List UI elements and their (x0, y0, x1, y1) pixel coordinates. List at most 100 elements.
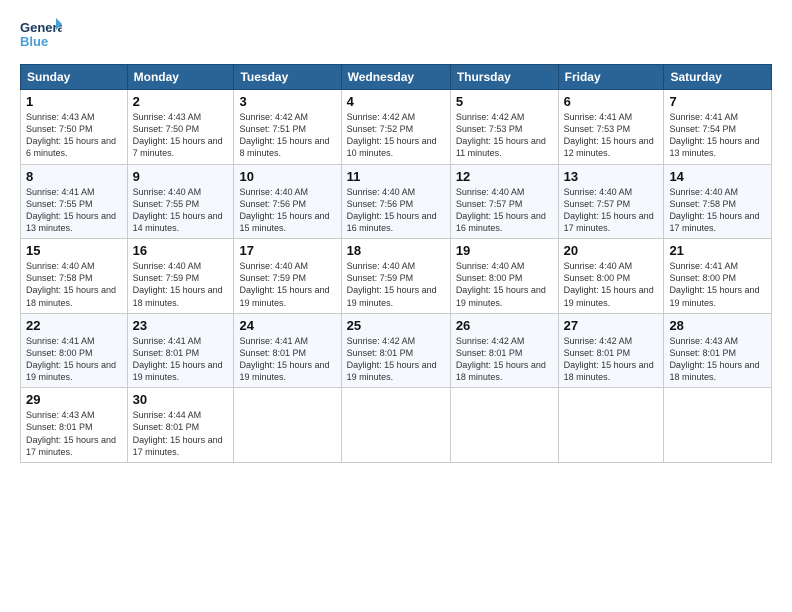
calendar-cell: 21 Sunrise: 4:41 AMSunset: 8:00 PMDayligh… (664, 239, 772, 314)
header-friday: Friday (558, 65, 664, 90)
day-number: 11 (347, 169, 445, 184)
day-number: 10 (239, 169, 335, 184)
day-number: 19 (456, 243, 553, 258)
cell-info: Sunrise: 4:42 AMSunset: 8:01 PMDaylight:… (456, 335, 553, 384)
cell-info: Sunrise: 4:40 AMSunset: 7:59 PMDaylight:… (347, 260, 445, 309)
cell-info: Sunrise: 4:40 AMSunset: 8:00 PMDaylight:… (564, 260, 659, 309)
cell-info: Sunrise: 4:41 AMSunset: 7:54 PMDaylight:… (669, 111, 766, 160)
calendar-cell: 5Sunrise: 4:42 AMSunset: 7:53 PMDaylight… (450, 90, 558, 165)
cell-info: Sunrise: 4:42 AMSunset: 7:53 PMDaylight:… (456, 111, 553, 160)
cell-info: Sunrise: 4:41 AMSunset: 8:01 PMDaylight:… (133, 335, 229, 384)
cell-info: Sunrise: 4:44 AMSunset: 8:01 PMDaylight:… (133, 409, 229, 458)
calendar-cell: 6 Sunrise: 4:41 AMSunset: 7:53 PMDaylight… (558, 90, 664, 165)
cell-info: Sunrise: 4:40 AMSunset: 7:58 PMDaylight:… (669, 186, 766, 235)
calendar-cell: 4Sunrise: 4:42 AMSunset: 7:52 PMDaylight… (341, 90, 450, 165)
week-row-2: 8 Sunrise: 4:41 AMSunset: 7:55 PMDaylight… (21, 164, 772, 239)
week-row-4: 22 Sunrise: 4:41 AMSunset: 8:00 PMDayligh… (21, 313, 772, 388)
header-wednesday: Wednesday (341, 65, 450, 90)
calendar-header-row: SundayMondayTuesdayWednesdayThursdayFrid… (21, 65, 772, 90)
cell-info: Sunrise: 4:40 AMSunset: 7:57 PMDaylight:… (456, 186, 553, 235)
day-number: 7 (669, 94, 766, 109)
day-number: 23 (133, 318, 229, 333)
week-row-3: 15 Sunrise: 4:40 AMSunset: 7:58 PMDayligh… (21, 239, 772, 314)
cell-info: Sunrise: 4:42 AMSunset: 7:51 PMDaylight:… (239, 111, 335, 160)
calendar-cell: 7 Sunrise: 4:41 AMSunset: 7:54 PMDaylight… (664, 90, 772, 165)
day-number: 6 (564, 94, 659, 109)
calendar-cell: 18 Sunrise: 4:40 AMSunset: 7:59 PMDayligh… (341, 239, 450, 314)
day-number: 24 (239, 318, 335, 333)
day-number: 4 (347, 94, 445, 109)
calendar-cell: 9 Sunrise: 4:40 AMSunset: 7:55 PMDaylight… (127, 164, 234, 239)
logo-svg: General Blue (20, 16, 62, 54)
cell-info: Sunrise: 4:40 AMSunset: 7:56 PMDaylight:… (347, 186, 445, 235)
calendar-cell: 27 Sunrise: 4:42 AMSunset: 8:01 PMDayligh… (558, 313, 664, 388)
week-row-5: 29 Sunrise: 4:43 AMSunset: 8:01 PMDayligh… (21, 388, 772, 463)
day-number: 8 (26, 169, 122, 184)
calendar-cell: 26 Sunrise: 4:42 AMSunset: 8:01 PMDayligh… (450, 313, 558, 388)
cell-info: Sunrise: 4:43 AMSunset: 8:01 PMDaylight:… (26, 409, 122, 458)
day-number: 22 (26, 318, 122, 333)
cell-info: Sunrise: 4:40 AMSunset: 7:58 PMDaylight:… (26, 260, 122, 309)
day-number: 16 (133, 243, 229, 258)
calendar-cell: 11 Sunrise: 4:40 AMSunset: 7:56 PMDayligh… (341, 164, 450, 239)
day-number: 12 (456, 169, 553, 184)
day-number: 18 (347, 243, 445, 258)
cell-info: Sunrise: 4:43 AMSunset: 8:01 PMDaylight:… (669, 335, 766, 384)
calendar-cell: 3 Sunrise: 4:42 AMSunset: 7:51 PMDaylight… (234, 90, 341, 165)
calendar-cell: 14 Sunrise: 4:40 AMSunset: 7:58 PMDayligh… (664, 164, 772, 239)
cell-info: Sunrise: 4:40 AMSunset: 7:59 PMDaylight:… (239, 260, 335, 309)
calendar-cell: 15 Sunrise: 4:40 AMSunset: 7:58 PMDayligh… (21, 239, 128, 314)
calendar-cell: 1 Sunrise: 4:43 AMSunset: 7:50 PMDaylight… (21, 90, 128, 165)
calendar-cell: 25 Sunrise: 4:42 AMSunset: 8:01 PMDayligh… (341, 313, 450, 388)
calendar-cell: 16 Sunrise: 4:40 AMSunset: 7:59 PMDayligh… (127, 239, 234, 314)
cell-info: Sunrise: 4:41 AMSunset: 8:00 PMDaylight:… (26, 335, 122, 384)
cell-info: Sunrise: 4:42 AMSunset: 8:01 PMDaylight:… (347, 335, 445, 384)
day-number: 21 (669, 243, 766, 258)
day-number: 15 (26, 243, 122, 258)
calendar-cell: 29 Sunrise: 4:43 AMSunset: 8:01 PMDayligh… (21, 388, 128, 463)
calendar-cell: 24 Sunrise: 4:41 AMSunset: 8:01 PMDayligh… (234, 313, 341, 388)
cell-info: Sunrise: 4:40 AMSunset: 7:59 PMDaylight:… (133, 260, 229, 309)
calendar-cell: 22 Sunrise: 4:41 AMSunset: 8:00 PMDayligh… (21, 313, 128, 388)
calendar-cell: 12 Sunrise: 4:40 AMSunset: 7:57 PMDayligh… (450, 164, 558, 239)
cell-info: Sunrise: 4:43 AMSunset: 7:50 PMDaylight:… (133, 111, 229, 160)
day-number: 27 (564, 318, 659, 333)
day-number: 26 (456, 318, 553, 333)
calendar-cell (558, 388, 664, 463)
cell-info: Sunrise: 4:40 AMSunset: 7:57 PMDaylight:… (564, 186, 659, 235)
calendar-cell: 20 Sunrise: 4:40 AMSunset: 8:00 PMDayligh… (558, 239, 664, 314)
svg-text:General: General (20, 20, 62, 35)
day-number: 29 (26, 392, 122, 407)
day-number: 25 (347, 318, 445, 333)
header-sunday: Sunday (21, 65, 128, 90)
day-number: 9 (133, 169, 229, 184)
calendar-cell: 8 Sunrise: 4:41 AMSunset: 7:55 PMDaylight… (21, 164, 128, 239)
day-number: 1 (26, 94, 122, 109)
cell-info: Sunrise: 4:41 AMSunset: 8:01 PMDaylight:… (239, 335, 335, 384)
calendar-cell: 19Sunrise: 4:40 AMSunset: 8:00 PMDayligh… (450, 239, 558, 314)
cell-info: Sunrise: 4:41 AMSunset: 7:55 PMDaylight:… (26, 186, 122, 235)
svg-text:Blue: Blue (20, 34, 48, 49)
week-row-1: 1 Sunrise: 4:43 AMSunset: 7:50 PMDaylight… (21, 90, 772, 165)
calendar-cell: 30Sunrise: 4:44 AMSunset: 8:01 PMDayligh… (127, 388, 234, 463)
day-number: 2 (133, 94, 229, 109)
page: General Blue SundayMondayTuesdayWednesda… (0, 0, 792, 612)
day-number: 3 (239, 94, 335, 109)
calendar-cell: 23 Sunrise: 4:41 AMSunset: 8:01 PMDayligh… (127, 313, 234, 388)
day-number: 28 (669, 318, 766, 333)
header-thursday: Thursday (450, 65, 558, 90)
day-number: 20 (564, 243, 659, 258)
cell-info: Sunrise: 4:41 AMSunset: 8:00 PMDaylight:… (669, 260, 766, 309)
day-number: 14 (669, 169, 766, 184)
calendar-cell: 2 Sunrise: 4:43 AMSunset: 7:50 PMDaylight… (127, 90, 234, 165)
cell-info: Sunrise: 4:42 AMSunset: 8:01 PMDaylight:… (564, 335, 659, 384)
calendar-table: SundayMondayTuesdayWednesdayThursdayFrid… (20, 64, 772, 463)
cell-info: Sunrise: 4:40 AMSunset: 7:55 PMDaylight:… (133, 186, 229, 235)
calendar-cell (450, 388, 558, 463)
cell-info: Sunrise: 4:41 AMSunset: 7:53 PMDaylight:… (564, 111, 659, 160)
calendar-cell: 17Sunrise: 4:40 AMSunset: 7:59 PMDayligh… (234, 239, 341, 314)
cell-info: Sunrise: 4:43 AMSunset: 7:50 PMDaylight:… (26, 111, 122, 160)
calendar-cell (341, 388, 450, 463)
calendar-cell: 10Sunrise: 4:40 AMSunset: 7:56 PMDayligh… (234, 164, 341, 239)
calendar-cell (664, 388, 772, 463)
